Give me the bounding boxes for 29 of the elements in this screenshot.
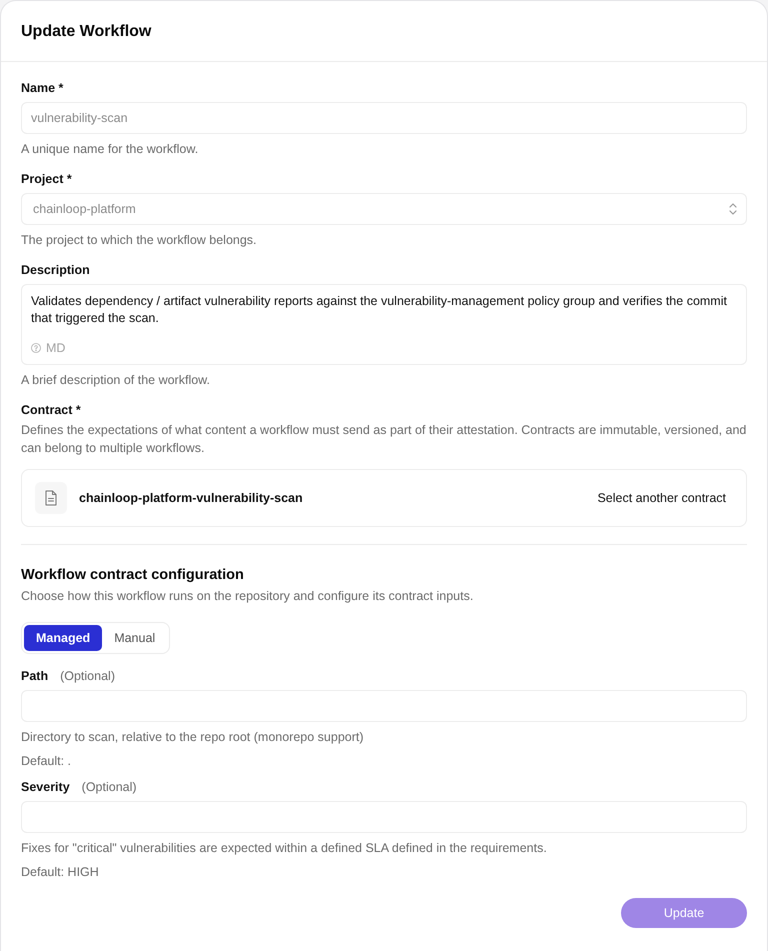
optional-hint: (Optional) [82, 779, 137, 795]
description-text: Validates dependency / artifact vulnerability reports against the vulnerability-management policy group and verifies the commit that triggered the scan. [31, 293, 728, 327]
chevron-up-down-icon [729, 203, 737, 215]
description-textarea[interactable]: Validates dependency / artifact vulnerability reports against the vulnerability-management policy group and verifies the commit that triggered the scan. MD [21, 284, 747, 365]
default-value-text: Default: . [21, 753, 72, 769]
section-subtitle: Choose how this workflow runs on the repository and configure its contract inputs. [21, 588, 474, 604]
dialog-title: Update Workflow [21, 22, 152, 42]
field-label: Description [21, 262, 90, 278]
default-value-text: Default: HIGH [21, 864, 99, 880]
field-label: Severity [21, 779, 70, 795]
field-label: Contract * [21, 402, 81, 418]
field-label: Project * [21, 171, 72, 187]
field-help-text: A unique name for the workflow. [21, 141, 198, 157]
field-help-text: The project to which the workflow belongs. [21, 232, 257, 248]
mode-tab[interactable]: Manual [102, 625, 168, 651]
field-help-text: Directory to scan, relative to the repo root (monorepo support) [21, 729, 364, 745]
select-contract-button[interactable]: Select another contract [597, 491, 726, 505]
section-title: Workflow contract configuration [21, 566, 245, 584]
help-circle-icon [31, 343, 41, 353]
field-help-text: Defines the expectations of what content a workflow must send as part of their attestation. Contracts are immutable, versioned, and can belong to multiple workflows. [21, 422, 748, 457]
optional-hint: (Optional) [60, 668, 115, 684]
markdown-label: MD [46, 340, 66, 356]
field-help-text: Fixes for "critical" vulnerabilities are expected within a defined SLA defined in the requirements. [21, 840, 547, 856]
field-label: Path [21, 668, 48, 684]
field-label: Name * [21, 80, 64, 96]
contract-name: chainloop-platform-vulnerability-scan [79, 491, 304, 505]
document-icon [35, 482, 67, 514]
mode-tab[interactable]: Managed [24, 625, 102, 651]
field-help-text: A brief description of the workflow. [21, 372, 210, 388]
